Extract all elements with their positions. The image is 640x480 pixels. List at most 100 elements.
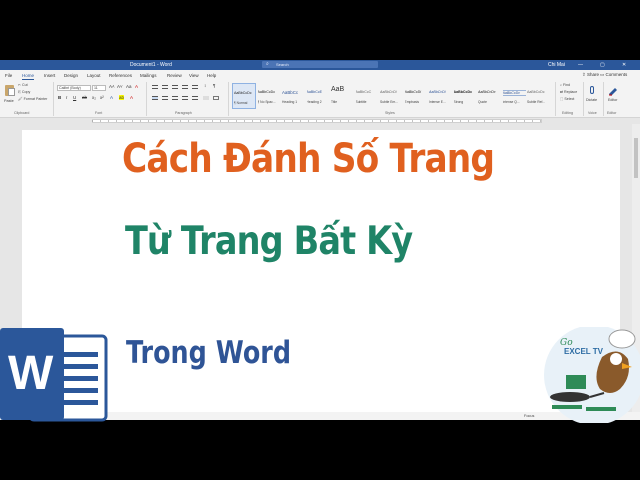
- align-left-icon[interactable]: [152, 96, 158, 100]
- style-heading-2[interactable]: AaBbCcE Heading 2: [306, 83, 330, 109]
- style-name: Subtitle: [355, 100, 367, 104]
- style-sample: AaBbCcDi: [380, 90, 397, 94]
- style-name: Emphasis: [404, 100, 419, 104]
- tab-review[interactable]: Review: [167, 73, 182, 78]
- document-title: Document1 - Word: [130, 62, 172, 68]
- replace-button[interactable]: ⇄ Replace: [560, 90, 577, 94]
- document-page[interactable]: Cách Đánh Số Trang Từ Trang Bất Kỳ Trong…: [22, 130, 620, 420]
- style-sample: AaBbCcDi: [404, 90, 422, 94]
- style-intense-quote[interactable]: AaBbCcDc Intense Q...: [502, 83, 526, 109]
- tab-layout[interactable]: Layout: [87, 73, 101, 78]
- superscript-button[interactable]: x²: [100, 95, 104, 100]
- highlight-icon[interactable]: ab: [119, 95, 125, 100]
- style-name: Strong: [453, 100, 464, 104]
- voice-group-label: Voice: [588, 111, 597, 115]
- style-subtle-emphasis[interactable]: AaBbCcDi Subtle Em...: [379, 83, 403, 109]
- focus-mode-button[interactable]: Focus: [524, 414, 534, 418]
- style-sample: AaB: [331, 86, 345, 93]
- search-icon: ⌕: [266, 61, 269, 67]
- copy-button[interactable]: ⎘ Copy: [18, 90, 30, 94]
- scrollbar-thumb[interactable]: [634, 138, 638, 178]
- heading-line-1: Cách Đánh Số Trang: [122, 136, 495, 182]
- user-name[interactable]: Chi Mai: [548, 62, 565, 68]
- shrink-font-icon[interactable]: A˅: [117, 84, 123, 89]
- style-title[interactable]: AaB Title: [330, 83, 354, 109]
- group-divider: [583, 82, 584, 116]
- ribbon-tabs: File Home Insert Design Layout Reference…: [0, 70, 640, 80]
- comments-button[interactable]: ▭ Comments: [600, 72, 627, 78]
- tab-help[interactable]: Help: [207, 73, 216, 78]
- borders-icon[interactable]: [213, 96, 219, 100]
- shading-icon[interactable]: [203, 96, 209, 100]
- style-name: Title: [331, 100, 338, 104]
- increase-indent-icon[interactable]: [192, 85, 198, 89]
- copy-label: Copy: [21, 90, 31, 94]
- microphone-icon: [590, 86, 594, 94]
- font-color-icon[interactable]: A: [130, 95, 133, 100]
- ruler-ticks: [92, 120, 542, 122]
- tab-insert[interactable]: Insert: [44, 73, 55, 78]
- underline-button[interactable]: U: [73, 95, 76, 100]
- paste-button[interactable]: [4, 83, 16, 97]
- editor-button[interactable]: Editor: [608, 86, 618, 102]
- style-heading-1[interactable]: AaBbCc Heading 1: [281, 83, 305, 109]
- badge-text: EXCEL TV: [564, 347, 603, 356]
- align-center-icon[interactable]: [162, 96, 168, 100]
- show-marks-icon[interactable]: ¶: [213, 83, 215, 88]
- horizontal-ruler: [0, 118, 640, 124]
- justify-icon[interactable]: [182, 96, 188, 100]
- dictate-label: Dictate: [586, 98, 598, 102]
- align-right-icon[interactable]: [172, 96, 178, 100]
- font-name-select[interactable]: Calibri (Body): [57, 85, 91, 91]
- format-painter-button[interactable]: 🖌 Format Painter: [18, 97, 47, 101]
- close-button[interactable]: ✕: [622, 62, 626, 68]
- style-name: Heading 2: [306, 100, 322, 104]
- font-size-select[interactable]: 11: [92, 85, 106, 91]
- style-emphasis[interactable]: AaBbCcDi Emphasis: [404, 83, 428, 109]
- tab-mailings[interactable]: Mailings: [140, 73, 157, 78]
- italic-button[interactable]: I: [66, 95, 67, 100]
- share-button[interactable]: ⇪ Share: [582, 72, 599, 78]
- clear-formatting-icon[interactable]: A: [135, 84, 138, 89]
- numbering-icon[interactable]: [162, 85, 168, 89]
- multilevel-list-icon[interactable]: [172, 85, 178, 89]
- text-effects-icon[interactable]: A: [110, 95, 113, 100]
- cut-button[interactable]: ✂ Cut: [18, 83, 28, 87]
- style-name: Intense Q...: [502, 100, 520, 104]
- style-normal[interactable]: AaBbCcDc ¶ Normal: [232, 83, 256, 109]
- style-sample: AaBbCcC: [355, 90, 372, 94]
- tab-references[interactable]: References: [109, 73, 132, 78]
- strikethrough-button[interactable]: ab: [82, 95, 87, 100]
- ribbon: Paste ✂ Cut ⎘ Copy 🖌 Format Painter Clip…: [0, 80, 640, 118]
- cut-label: Cut: [22, 83, 28, 87]
- share-label: Share: [587, 72, 600, 77]
- style-strong[interactable]: AaBbCcDc Strong: [453, 83, 477, 109]
- title-bar: Document1 - Word ⌕ Search Chi Mai — ▢ ✕: [0, 60, 640, 70]
- sort-icon[interactable]: ↕: [204, 83, 206, 88]
- find-label: Find: [563, 83, 571, 87]
- find-button[interactable]: ⌕ Find: [560, 83, 570, 87]
- select-button[interactable]: ⬚ Select: [560, 97, 574, 101]
- style-name: Subtle Ref...: [527, 100, 546, 104]
- change-case-icon[interactable]: Aa: [126, 84, 132, 89]
- tab-view[interactable]: View: [189, 73, 199, 78]
- decrease-indent-icon[interactable]: [182, 85, 188, 89]
- style-subtitle[interactable]: AaBbCcC Subtitle: [355, 83, 379, 109]
- search-box[interactable]: ⌕ Search: [262, 61, 378, 68]
- bullets-icon[interactable]: [152, 85, 158, 89]
- restore-button[interactable]: ▢: [600, 62, 605, 68]
- tab-file[interactable]: File: [5, 73, 12, 78]
- editing-group-label: Editing: [562, 111, 573, 115]
- style-quote[interactable]: AaBbCcDc Quote: [477, 83, 501, 109]
- style-intense-emphasis[interactable]: AaBbCcDi Intense E...: [428, 83, 452, 109]
- tab-home[interactable]: Home: [22, 73, 35, 80]
- subscript-button[interactable]: x₂: [92, 95, 96, 100]
- bold-button[interactable]: B: [58, 95, 61, 100]
- line-spacing-icon[interactable]: [192, 96, 198, 100]
- style-subtle-reference[interactable]: AaBbCcDc Subtle Ref...: [526, 83, 550, 109]
- tab-design[interactable]: Design: [64, 73, 78, 78]
- minimize-button[interactable]: —: [578, 62, 583, 68]
- heading-line-3: Trong Word: [126, 335, 292, 371]
- style-no-spacing[interactable]: AaBbCcDc ¶ No Spac...: [257, 83, 281, 109]
- grow-font-icon[interactable]: A˄: [109, 84, 115, 89]
